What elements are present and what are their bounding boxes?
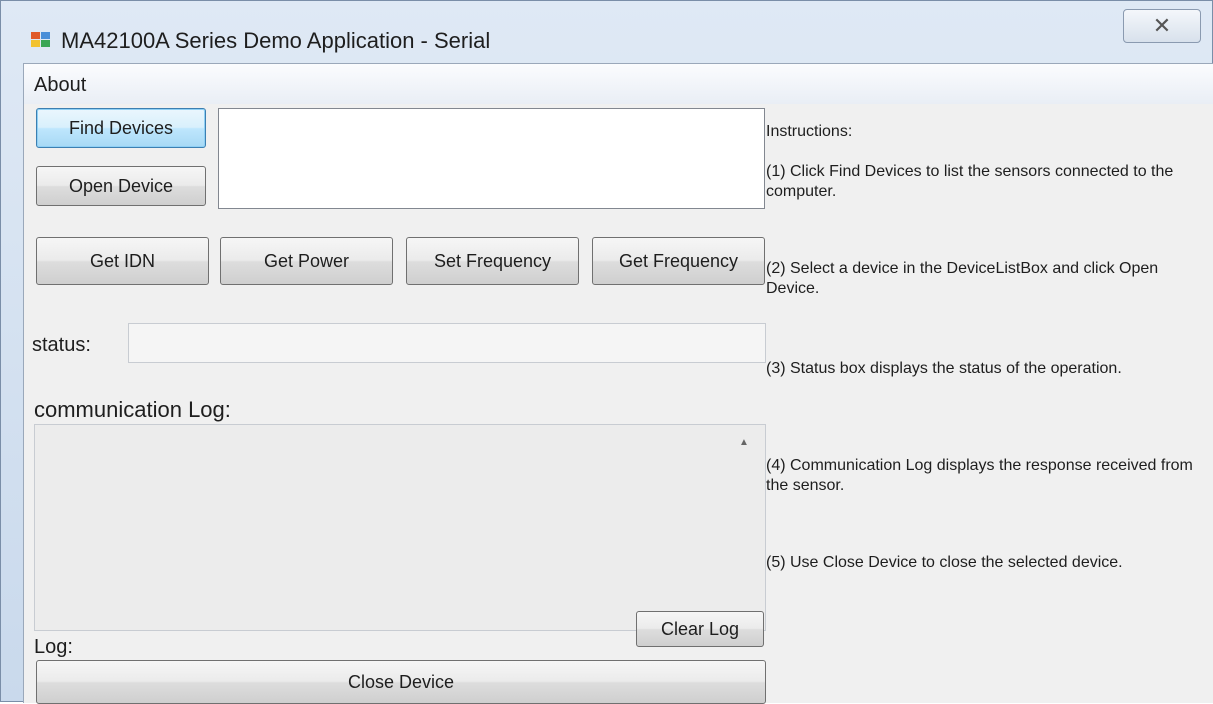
communication-log-box[interactable]: ▲ xyxy=(34,424,766,631)
clear-log-button[interactable]: Clear Log xyxy=(636,611,764,647)
instruction-step-4: (4) Communication Log displays the respo… xyxy=(766,457,1193,494)
instruction-step-2: (2) Select a device in the DeviceListBox… xyxy=(766,260,1159,297)
set-frequency-button[interactable]: Set Frequency xyxy=(406,237,579,285)
application-window: MA42100A Series Demo Application - Seria… xyxy=(0,0,1213,704)
status-label: status: xyxy=(32,334,91,356)
instruction-step-1: (1) Click Find Devices to list the senso… xyxy=(766,163,1174,200)
communication-log-label: communication Log: xyxy=(34,397,231,422)
find-devices-button[interactable]: Find Devices xyxy=(36,108,206,148)
instruction-step-5: (5) Use Close Device to close the select… xyxy=(766,554,1123,571)
scroll-up-arrow-icon[interactable]: ▲ xyxy=(739,437,749,448)
get-idn-button[interactable]: Get IDN xyxy=(36,237,209,285)
app-window-icon xyxy=(31,32,51,48)
open-device-button[interactable]: Open Device xyxy=(36,166,206,206)
log-label: Log: xyxy=(34,636,73,658)
device-list-box[interactable] xyxy=(218,108,765,209)
close-window-button[interactable]: ✕ xyxy=(1123,9,1201,43)
menu-bar: About xyxy=(24,64,1213,104)
menu-about[interactable]: About xyxy=(34,74,86,97)
close-device-button[interactable]: Close Device xyxy=(36,660,766,704)
get-power-button[interactable]: Get Power xyxy=(220,237,393,285)
status-field xyxy=(128,323,766,363)
get-frequency-button[interactable]: Get Frequency xyxy=(592,237,765,285)
instruction-step-3: (3) Status box displays the status of th… xyxy=(766,360,1122,377)
title-bar[interactable]: MA42100A Series Demo Application - Seria… xyxy=(1,1,1213,61)
window-title: MA42100A Series Demo Application - Seria… xyxy=(61,28,491,53)
client-area: About Find Devices Open Device Get IDN G… xyxy=(23,63,1213,704)
instructions-heading: Instructions: xyxy=(766,123,853,140)
close-icon: ✕ xyxy=(1152,13,1172,38)
